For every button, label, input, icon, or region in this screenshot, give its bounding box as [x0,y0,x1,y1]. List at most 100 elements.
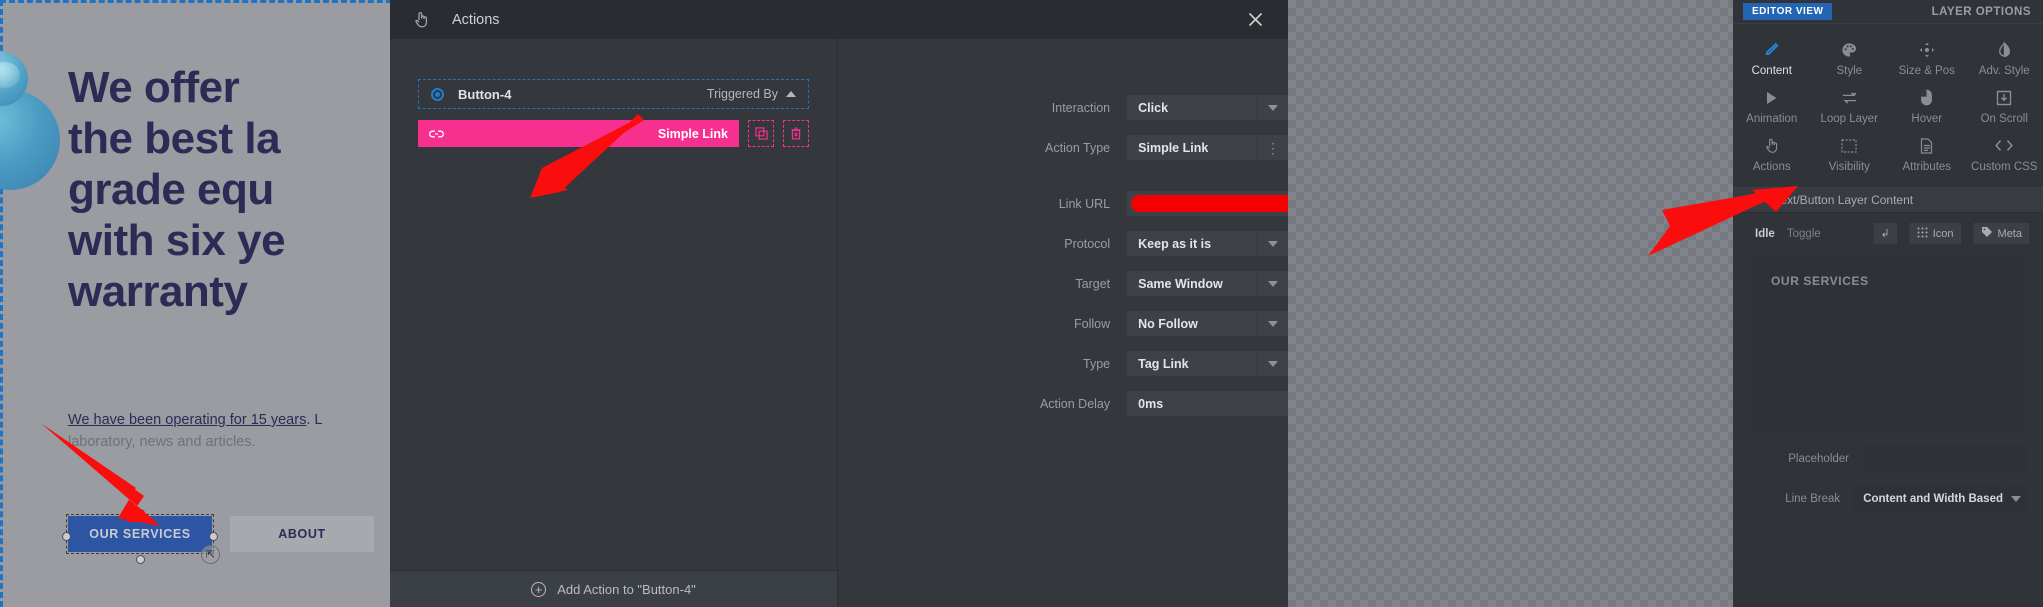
close-icon[interactable] [1244,9,1266,31]
modal-title-bar: Actions [390,0,1288,39]
placeholder-input[interactable] [1863,446,2027,472]
layer-state-row: Idle Toggle ↲ Icon Meta [1733,213,2043,244]
tab-attributes[interactable]: Attributes [1888,131,1966,179]
field-value: No Follow [1127,311,1257,336]
field-label: Action Type [1045,140,1111,155]
link-url-input[interactable] [1127,191,1288,216]
meta-button[interactable]: Meta [1972,223,2029,244]
actions-list: Button-4 Triggered By Simple Link [390,39,837,570]
code-icon [1995,136,2014,155]
follow-select[interactable]: No Follow [1127,311,1288,336]
chevron-down-icon[interactable] [1257,311,1288,336]
add-action-button[interactable]: Add Action to "Button-4" [390,570,837,607]
layer-options-tabs: Content Style Size & Pos Adv. Style Anim… [1733,24,2043,187]
grid-dots-icon [1917,227,1928,241]
tab-hover[interactable]: Hover [1888,83,1966,131]
kebab-menu-icon[interactable]: ⋮ [1257,135,1288,160]
decorative-blob-graphic [0,48,68,198]
action-delay-input[interactable]: 0ms [1127,391,1288,416]
sidebar-top-bar: EDITOR VIEW LAYER OPTIONS [1733,0,2043,24]
tab-actions[interactable]: Actions [1733,131,1811,179]
field-type: Type Tag Link [838,351,1288,376]
chevron-down-icon[interactable] [1257,231,1288,256]
resize-handle-left[interactable] [62,532,71,541]
tab-loop-layer[interactable]: Loop Layer [1811,83,1889,131]
hero-heading: We offer the best la grade equ with six … [68,63,286,317]
tab-content[interactable]: Content [1733,35,1811,83]
about-button[interactable]: ABOUT [230,516,374,552]
tab-label: Size & Pos [1898,65,1955,77]
click-hand-icon [412,10,430,30]
radio-selected-icon[interactable] [431,87,444,101]
modal-title: Actions [452,11,500,28]
chevron-down-icon[interactable] [1257,95,1288,120]
field-label: Line Break [1785,493,1841,505]
triggered-by-label: Triggered By [706,87,778,101]
editor-view-button[interactable]: EDITOR VIEW [1743,3,1833,20]
field-placeholder: Placeholder [1733,446,2043,472]
our-services-button[interactable]: OUR SERVICES [68,516,212,552]
layer-row-button-4[interactable]: Button-4 Triggered By [418,79,809,109]
modal-body: Button-4 Triggered By Simple Link + Add … [390,39,1288,607]
layer-content-text: OUR SERVICES [1771,274,1869,288]
field-target: Target Same Window [838,271,1288,296]
interaction-select[interactable]: Click [1127,95,1288,120]
tab-custom-css[interactable]: Custom CSS [1966,131,2043,179]
site-preview-canvas[interactable]: We offer the best la grade equ with six … [0,0,390,607]
protocol-select[interactable]: Keep as it is [1127,231,1288,256]
layer-content-editor[interactable]: OUR SERVICES [1751,256,2025,432]
field-label: Protocol [1064,236,1111,251]
icon-button[interactable]: Icon [1908,223,1961,244]
tab-animation[interactable]: Animation [1733,83,1811,131]
tab-label: Attributes [1902,161,1952,173]
tab-label: Custom CSS [1971,161,2038,173]
action-type-select[interactable]: Simple Link ⋮ [1127,135,1288,160]
state-toggle[interactable]: Toggle [1787,228,1821,240]
tab-label: Adv. Style [1978,65,2030,77]
resize-handle-right[interactable] [209,532,218,541]
field-follow: Follow No Follow [838,311,1288,336]
field-interaction: Interaction Click [838,95,1288,120]
scroll-down-icon [1996,88,2012,107]
loop-icon [1841,88,1858,107]
field-value: Simple Link [1127,135,1257,160]
tab-visibility[interactable]: Visibility [1811,131,1889,179]
chevron-down-icon[interactable] [1257,351,1288,376]
action-item-simple-link[interactable]: Simple Link [418,120,739,147]
chevron-down-icon[interactable] [2003,486,2027,512]
tab-size-pos[interactable]: Size & Pos [1888,35,1966,83]
return-arrow-button[interactable]: ↲ [1872,223,1897,244]
copy-icon[interactable] [748,120,774,147]
redaction-overlay [1131,195,1288,212]
tab-adv-style[interactable]: Adv. Style [1966,35,2043,83]
resize-handle-top[interactable] [136,509,145,518]
resize-grip-icon[interactable]: ⇱ [201,545,220,564]
action-settings-form: Interaction Click Action Type Simple Lin… [838,39,1288,607]
section-title: Text/Button Layer Content [1774,193,1914,207]
tag-icon [1981,226,1993,241]
field-label: Interaction [1051,100,1111,115]
target-select[interactable]: Same Window [1127,271,1288,296]
triggered-by-toggle[interactable]: Triggered By [707,87,796,101]
section-header: T Text/Button Layer Content [1733,187,2043,213]
line-break-select[interactable]: Content and Width Based [1854,486,2027,512]
hero-paragraph-link[interactable]: We have been operating for 15 years [68,412,306,428]
tab-style[interactable]: Style [1811,35,1889,83]
mouse-icon [1920,88,1933,107]
tab-on-scroll[interactable]: On Scroll [1966,83,2043,131]
state-idle[interactable]: Idle [1755,228,1775,240]
hero-paragraph-line2: laboratory, news and articles. [68,433,256,450]
link-icon [429,129,444,139]
mini-button-label: Meta [1997,227,2022,240]
screen: We offer the best la grade equ with six … [0,0,2043,607]
hero-paragraph-rest: . L [306,412,323,428]
tab-label: Loop Layer [1820,113,1879,125]
trash-icon[interactable] [783,120,809,147]
type-select[interactable]: Tag Link [1127,351,1288,376]
chevron-down-icon[interactable] [1257,271,1288,296]
layer-name-label: Button-4 [458,86,512,102]
action-item-label: Simple Link [657,126,728,141]
tab-label: Style [1836,65,1863,77]
resize-handle-bottom[interactable] [136,555,145,564]
field-label: Type [1083,356,1111,371]
